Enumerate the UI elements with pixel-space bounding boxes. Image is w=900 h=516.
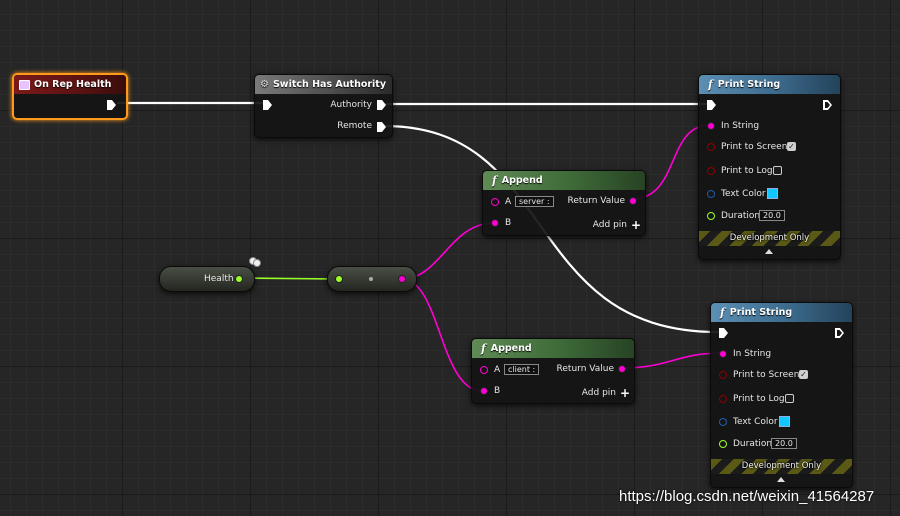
string-wire-append-bottom-to-print: [621, 352, 723, 369]
duration-pin[interactable]: [719, 440, 727, 448]
text-color-pin[interactable]: [707, 190, 715, 198]
development-only-label: Development Only: [729, 233, 810, 243]
print-to-screen-checkbox[interactable]: ✓: [799, 370, 808, 379]
print-to-log-pin[interactable]: [719, 395, 727, 403]
text-color-pin[interactable]: [719, 418, 727, 426]
event-node-title: On Rep Health: [34, 79, 112, 90]
switch-has-authority-node[interactable]: ⚙ Switch Has Authority Authority Remote: [254, 74, 393, 138]
print-string-node-top[interactable]: f Print String In String Print to Screen…: [698, 74, 841, 260]
return-value-pin[interactable]: [629, 197, 637, 205]
authority-exec-output-pin[interactable]: [377, 100, 386, 110]
development-only-label: Development Only: [741, 461, 822, 471]
in-string-label: In String: [721, 121, 760, 131]
a-label: A: [494, 365, 501, 375]
exec-output-pin[interactable]: [107, 100, 116, 110]
text-color-swatch[interactable]: [779, 416, 790, 427]
expand-arrow-icon[interactable]: [777, 477, 785, 482]
text-color-swatch[interactable]: [767, 188, 778, 199]
print-to-log-label: Print to Log: [721, 166, 773, 176]
conversion-dot-icon: [369, 277, 373, 281]
duration-pin[interactable]: [707, 212, 715, 220]
append-header: f Append: [472, 339, 634, 358]
print-to-screen-pin[interactable]: [707, 143, 715, 151]
string-wire-to-append-top-b: [401, 222, 495, 280]
exec-input-pin[interactable]: [707, 100, 716, 110]
replicated-icon: [249, 256, 261, 267]
duration-label: Duration: [721, 211, 761, 221]
in-string-pin[interactable]: [707, 122, 715, 130]
append-node-bottom[interactable]: f Append A client : B Return Value Add p…: [471, 338, 635, 404]
print-to-screen-label: Print to Screen: [733, 370, 800, 380]
print-to-screen-pin[interactable]: [719, 371, 727, 379]
a-input[interactable]: server :: [515, 196, 554, 207]
print-string-title: Print String: [729, 307, 793, 318]
float-to-string-conversion-node[interactable]: [327, 266, 417, 292]
text-color-label: Text Color: [721, 189, 766, 199]
remote-label: Remote: [337, 121, 372, 131]
append-header: f Append: [483, 171, 645, 190]
exec-input-pin[interactable]: [719, 328, 728, 338]
in-string-pin[interactable]: [719, 350, 727, 358]
append-title: Append: [490, 343, 532, 354]
health-output-pin[interactable]: [235, 275, 243, 283]
function-icon: f: [481, 342, 486, 355]
return-value-label: Return Value: [567, 196, 625, 206]
print-string-title: Print String: [717, 79, 781, 90]
print-to-log-checkbox[interactable]: [773, 166, 782, 175]
health-label: Health: [204, 274, 234, 284]
event-icon: [19, 79, 30, 90]
remote-exec-output-pin[interactable]: [377, 122, 386, 132]
health-variable-node[interactable]: Health: [159, 266, 255, 292]
print-string-header: f Print String: [711, 303, 852, 322]
append-node-top[interactable]: f Append A server : B Return Value Add p…: [482, 170, 646, 236]
print-to-screen-checkbox[interactable]: ✓: [787, 142, 796, 151]
text-color-label: Text Color: [733, 417, 778, 427]
add-pin-label[interactable]: Add pin: [593, 220, 627, 230]
duration-input[interactable]: 20.0: [771, 438, 797, 449]
event-node-on-rep-health[interactable]: On Rep Health: [12, 73, 128, 120]
switch-node-title: Switch Has Authority: [272, 79, 387, 90]
print-string-node-bottom[interactable]: f Print String In String Print to Screen…: [710, 302, 853, 488]
conversion-input-pin[interactable]: [335, 275, 343, 283]
print-to-log-label: Print to Log: [733, 394, 785, 404]
a-pin[interactable]: [480, 366, 488, 374]
append-title: Append: [501, 175, 543, 186]
exec-output-pin[interactable]: [835, 328, 844, 338]
b-pin[interactable]: [480, 387, 488, 395]
duration-label: Duration: [733, 439, 773, 449]
authority-label: Authority: [330, 100, 372, 110]
add-pin-label[interactable]: Add pin: [582, 388, 616, 398]
switch-node-header: ⚙ Switch Has Authority: [255, 75, 392, 94]
exec-output-pin[interactable]: [823, 100, 832, 110]
event-node-header: On Rep Health: [14, 75, 126, 94]
duration-input[interactable]: 20.0: [759, 210, 785, 221]
exec-input-pin[interactable]: [263, 100, 272, 110]
function-icon: f: [492, 174, 497, 187]
return-value-label: Return Value: [556, 364, 614, 374]
function-icon: f: [720, 306, 725, 319]
print-to-log-pin[interactable]: [707, 167, 715, 175]
print-to-screen-label: Print to Screen: [721, 142, 788, 152]
b-pin[interactable]: [491, 219, 499, 227]
a-pin[interactable]: [491, 198, 499, 206]
print-to-log-checkbox[interactable]: [785, 394, 794, 403]
add-pin-icon[interactable]: +: [620, 387, 630, 399]
a-label: A: [505, 197, 512, 207]
return-value-pin[interactable]: [618, 365, 626, 373]
conversion-output-pin[interactable]: [398, 275, 406, 283]
print-string-header: f Print String: [699, 75, 840, 94]
watermark-url: https://blog.csdn.net/weixin_41564287: [619, 488, 875, 505]
add-pin-icon[interactable]: +: [631, 219, 641, 231]
b-label: B: [505, 218, 512, 228]
expand-arrow-icon[interactable]: [765, 249, 773, 254]
a-input[interactable]: client :: [504, 364, 540, 375]
gear-icon: ⚙: [260, 79, 269, 90]
function-icon: f: [708, 78, 713, 91]
in-string-label: In String: [733, 349, 772, 359]
b-label: B: [494, 386, 501, 396]
string-wire-to-append-bottom-b: [401, 278, 483, 392]
